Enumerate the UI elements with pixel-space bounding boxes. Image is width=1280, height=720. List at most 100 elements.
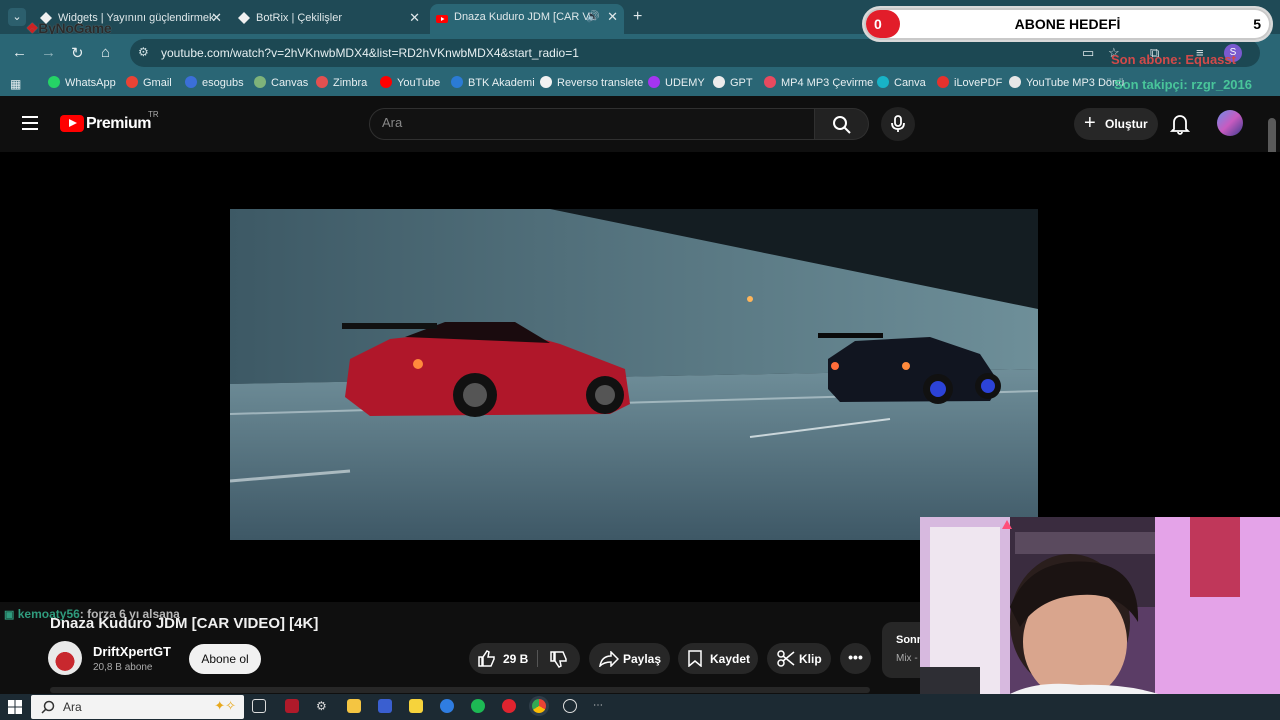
globe-icon (1009, 76, 1021, 88)
udemy-icon (648, 76, 660, 88)
like-divider (537, 650, 538, 667)
bookmark-gpt[interactable]: GPT (713, 76, 753, 89)
reload-icon[interactable]: ↻ (71, 44, 84, 62)
canva-icon (877, 76, 889, 88)
channel-avatar[interactable] (48, 641, 82, 675)
tab-close-icon[interactable]: ✕ (211, 6, 222, 30)
url-text[interactable]: youtube.com/watch?v=2hVKnwbMDX4&list=RD2… (161, 46, 579, 60)
botrix-favicon-icon (238, 12, 250, 24)
esogubs-icon (185, 76, 197, 88)
share-icon (599, 651, 619, 667)
youtube-premium-wordmark[interactable]: Premium (86, 115, 151, 133)
create-button[interactable]: + Oluştur (1074, 108, 1158, 140)
taskbar-app-circle-icon[interactable] (563, 699, 577, 713)
create-label: Oluştur (1105, 117, 1148, 131)
zimbra-icon (316, 76, 328, 88)
ilovepdf-icon (937, 76, 949, 88)
search-button[interactable] (815, 108, 869, 140)
cast-icon[interactable]: ▭ (1082, 45, 1094, 61)
bookmark-udemy[interactable]: UDEMY (648, 76, 705, 89)
video-frame[interactable] (230, 209, 1038, 540)
copilot-sparkle-icon[interactable]: ✦✧ (214, 698, 236, 714)
description-box-edge (50, 687, 870, 693)
subscriber-goal-widget: 0 ABONE HEDEFİ 5 (862, 6, 1273, 42)
converter-icon (764, 76, 776, 88)
search-box (369, 108, 815, 140)
whatsapp-icon (48, 76, 60, 88)
windows-start-icon[interactable] (8, 700, 22, 714)
bookmark-canva[interactable]: Canva (877, 76, 926, 89)
audio-playing-icon[interactable]: 🔊 (586, 4, 600, 30)
site-info-icon[interactable]: ⚙ (138, 45, 149, 59)
taskbar-app-grid-icon[interactable]: ⋯ (593, 699, 607, 713)
bookmark-btk-akademi[interactable]: BTK Akademi (451, 76, 535, 89)
tab-close-icon[interactable]: ✕ (409, 6, 420, 30)
youtube-logo-icon[interactable] (60, 115, 84, 132)
spotify-icon[interactable] (471, 699, 485, 713)
taskbar-app-blue-icon[interactable] (378, 699, 392, 713)
windows-taskbar: Ara ✦✧ ⚙ ⋯ (0, 694, 1280, 720)
back-arrow-icon[interactable]: ← (12, 44, 27, 61)
btk-icon (451, 76, 463, 88)
tab-youtube-active[interactable]: Dnaza Kuduro JDM [CAR VI 🔊 ✕ (430, 4, 624, 34)
new-tab-button[interactable]: + (633, 8, 642, 26)
subscriber-count: 20,8 B abone (93, 662, 153, 673)
taskbar-app-edge-icon[interactable] (440, 699, 454, 713)
opera-icon[interactable] (502, 699, 516, 713)
clip-button[interactable]: Klip (767, 643, 831, 674)
subscribe-button[interactable]: Abone ol (189, 644, 261, 674)
like-button-icon[interactable] (478, 650, 496, 667)
voice-search-button[interactable] (881, 107, 915, 141)
taskbar-app-red-icon[interactable] (285, 699, 299, 713)
address-bar[interactable]: ⚙ youtube.com/watch?v=2hVKnwbMDX4&list=R… (130, 39, 1260, 67)
task-view-icon[interactable] (252, 699, 266, 713)
forward-arrow-icon[interactable]: → (41, 44, 56, 61)
tab-label: BotRix | Çekilişler (256, 12, 342, 24)
sticky-notes-icon[interactable] (409, 699, 423, 713)
bookmark-gmail[interactable]: Gmail (126, 76, 172, 89)
goal-target-count: 5 (1253, 16, 1261, 32)
microphone-icon (891, 115, 905, 132)
chrome-icon[interactable] (532, 699, 546, 713)
save-button[interactable]: Kaydet (678, 643, 758, 674)
youtube-account-avatar[interactable] (1217, 110, 1243, 136)
bookmark-canvas[interactable]: Canvas (254, 76, 308, 89)
car-video-frame-image (230, 209, 1038, 540)
up-next-title: Sonr (896, 634, 922, 646)
bookmark-mp4-mp3[interactable]: MP4 MP3 Çevirme (764, 76, 873, 89)
search-input[interactable] (382, 115, 802, 130)
scissors-icon (777, 650, 795, 667)
tab-label: Dnaza Kuduro JDM [CAR VI (454, 11, 593, 23)
apps-grid-icon[interactable]: ▦ (10, 77, 21, 91)
home-icon[interactable]: ⌂ (101, 44, 110, 61)
youtube-header: Premium TR + Oluştur (0, 96, 1280, 152)
settings-gear-icon[interactable]: ⚙ (316, 699, 330, 713)
youtube-favicon-icon (436, 15, 448, 23)
bookmark-zimbra[interactable]: Zimbra (316, 76, 367, 89)
reverso-icon (540, 76, 552, 88)
bookmark-whatsapp[interactable]: WhatsApp (48, 76, 116, 89)
plus-icon: + (1084, 112, 1096, 134)
file-explorer-icon[interactable] (347, 699, 361, 713)
notifications-bell-icon[interactable] (1170, 113, 1190, 135)
tab-botrix[interactable]: BotRix | Çekilişler ✕ (232, 6, 426, 30)
taskbar-search[interactable]: Ara ✦✧ (31, 695, 244, 719)
openai-icon (713, 76, 725, 88)
bookmark-youtube-mp3[interactable]: YouTube MP3 Dönü (1009, 76, 1124, 89)
dislike-button-icon[interactable] (550, 651, 568, 668)
chat-platform-icon: ▣ (4, 609, 15, 621)
share-button[interactable]: Paylaş (589, 643, 670, 674)
like-count[interactable]: 29 B (503, 652, 528, 666)
bookmark-ilovepdf[interactable]: iLovePDF (937, 76, 1002, 89)
menu-icon[interactable] (22, 116, 38, 134)
tab-search-button[interactable]: ⌄ (8, 8, 26, 26)
more-actions-button[interactable]: ••• (840, 643, 871, 674)
goal-title: ABONE HEDEFİ (1014, 16, 1121, 32)
bookmark-esogubs[interactable]: esogubs (185, 76, 244, 89)
bookmark-reverso[interactable]: Reverso translete (540, 76, 643, 89)
channel-name[interactable]: DriftXpertGT (93, 644, 171, 659)
last-follower-label: Son takipçi: rzgr_2016 (1114, 77, 1252, 92)
tab-close-icon[interactable]: ✕ (607, 4, 618, 30)
canvas-icon (254, 76, 266, 88)
bookmark-youtube[interactable]: YouTube (380, 76, 440, 89)
